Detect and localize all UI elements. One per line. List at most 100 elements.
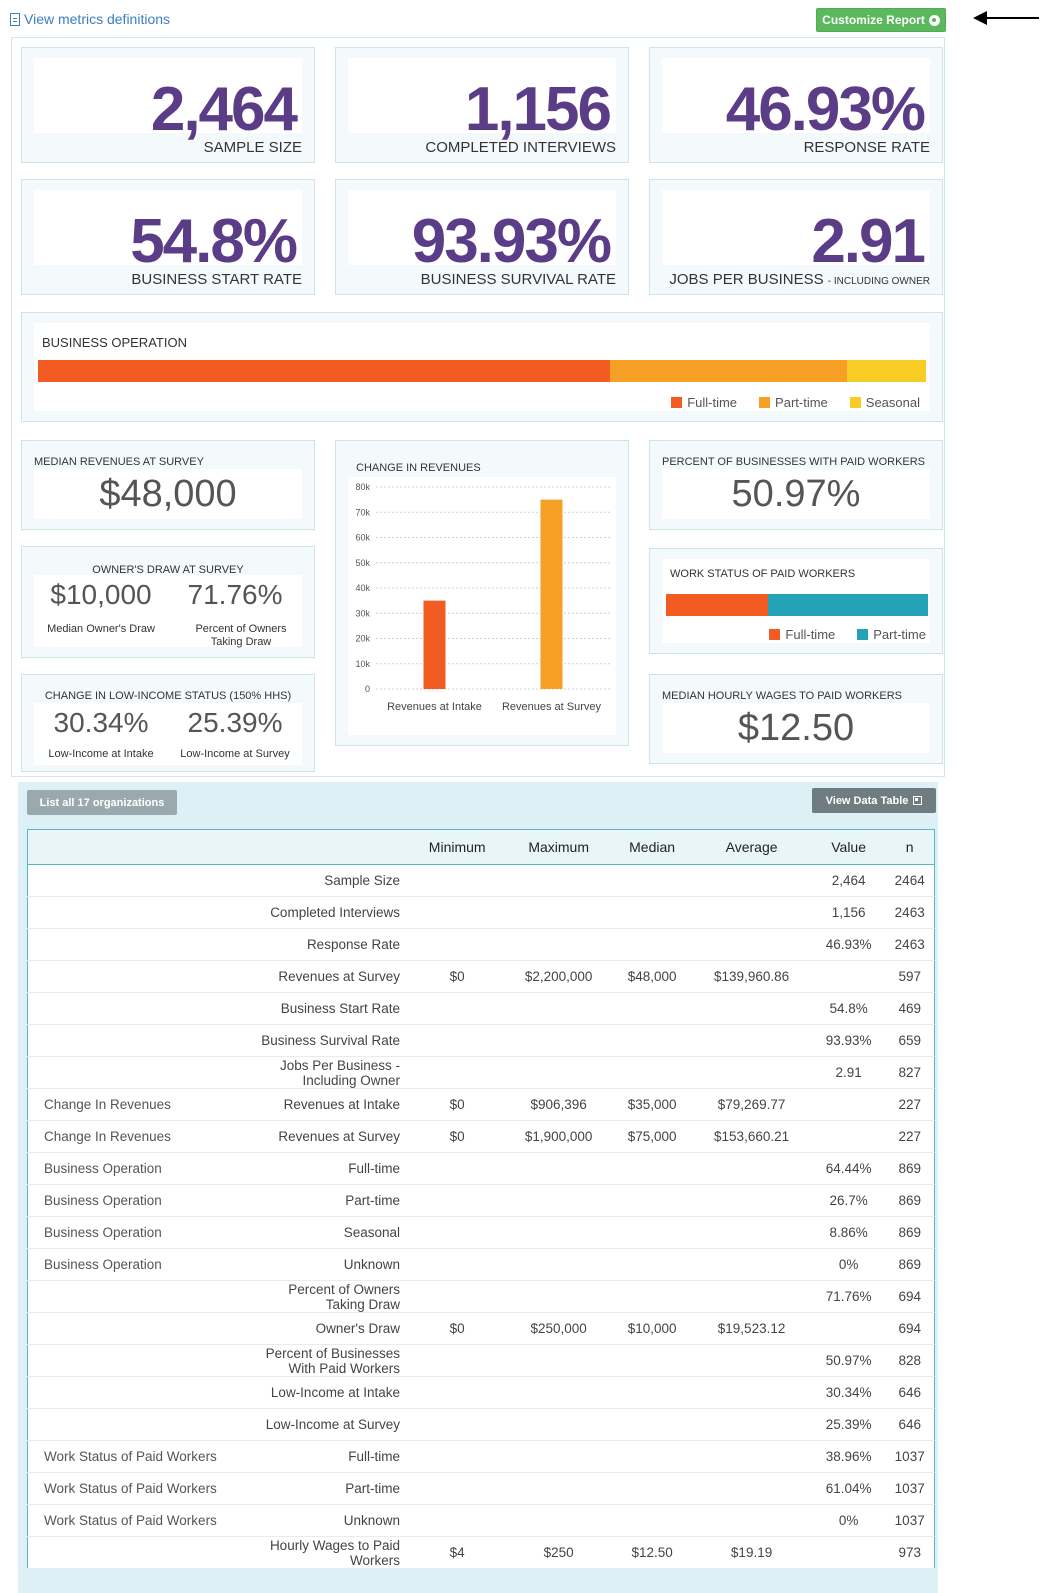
low-income-intake-value: 30.34% (53, 707, 149, 738)
business_operation-segment-full-time (38, 360, 611, 382)
table-cell: Business Start Rate (254, 992, 410, 1025)
table-cell: Part-time (254, 1184, 410, 1217)
table-cell (27, 1376, 254, 1409)
table-cell (27, 1344, 254, 1377)
metrics-definitions-link[interactable]: View metrics definitions (10, 11, 170, 27)
table-cell: $48,000 (612, 960, 692, 993)
table-cell: $75,000 (612, 1120, 692, 1153)
table-cell (504, 1152, 613, 1185)
table-cell (691, 1024, 812, 1057)
table-row: Business Operation Unknown 0% 869 (27, 1248, 935, 1281)
legend-label: Full-time (687, 395, 738, 410)
y-tick-label: 80k (355, 482, 370, 492)
table-cell: $4 (410, 1536, 505, 1569)
column-header: Average (691, 829, 812, 865)
table-cell (811, 960, 886, 993)
table-cell: 869 (885, 1152, 935, 1185)
pointer-arrow-line (981, 17, 1039, 19)
table-cell (691, 864, 812, 897)
table-cell: 597 (885, 960, 935, 993)
table-row: Work Status of Paid Workers Unknown 0% 1037 (27, 1504, 935, 1537)
table-cell: $2,200,000 (504, 960, 613, 993)
kpi-value: 46.93% (725, 75, 926, 144)
customize-report-button[interactable]: Customize Report (816, 8, 946, 32)
table-cell: Business Survival Rate (254, 1024, 410, 1057)
table-cell: $19.19 (691, 1536, 812, 1569)
hourly-wages-card: MEDIAN HOURLY WAGES TO PAID WORKERS $12.… (649, 674, 943, 764)
kpi-label: COMPLETED INTERVIEWS (425, 139, 616, 156)
table-cell: 25.39% (811, 1408, 886, 1441)
x-category-label: Revenues at Intake (387, 701, 482, 713)
work-status-bar (666, 594, 928, 616)
list-organizations-button[interactable]: List all 17 organizations (27, 790, 177, 815)
view-data-table-button[interactable]: View Data Table (812, 788, 936, 813)
table-cell: $1,900,000 (504, 1120, 613, 1153)
table-cell: Completed Interviews (254, 896, 410, 929)
table-cell (612, 1024, 692, 1057)
table-cell (27, 960, 254, 993)
y-tick-label: 60k (355, 533, 370, 543)
gear-icon (928, 14, 940, 26)
table-cell (691, 1472, 812, 1505)
table-cell: Full-time (254, 1152, 410, 1185)
table-cell (504, 1056, 613, 1089)
table-cell: Hourly Wages to Paid Workers (254, 1536, 410, 1569)
table-cell: 1037 (885, 1504, 935, 1537)
y-tick-label: 10k (355, 659, 370, 669)
window-icon (913, 796, 923, 805)
legend-label: Seasonal (865, 395, 920, 410)
table-cell (504, 1440, 613, 1473)
owners-taking-draw-label: Percent of Owners Taking Draw (195, 623, 287, 648)
table-cell: 869 (885, 1216, 935, 1249)
table-cell (504, 1248, 613, 1281)
table-cell: Percent of Owners Taking Draw (254, 1280, 410, 1313)
table-cell (410, 1504, 505, 1537)
table-row: Work Status of Paid Workers Part-time 61.0… (27, 1472, 935, 1505)
table-cell (612, 1504, 692, 1537)
table-cell (691, 1376, 812, 1409)
table-row: Sample Size 2,464 2464 (27, 864, 935, 897)
table-cell: $12.50 (612, 1536, 692, 1569)
table-cell: 61.04% (811, 1472, 886, 1505)
table-cell (410, 1184, 505, 1217)
table-cell: 973 (885, 1536, 935, 1569)
table-cell (410, 1472, 505, 1505)
table-cell: 26.7% (811, 1184, 886, 1217)
work-status-card: WORK STATUS OF PAID WORKERS Full-time Par… (649, 548, 943, 654)
table-row: Percent of Businesses With Paid Workers 5… (27, 1344, 935, 1377)
table-cell (691, 1408, 812, 1441)
table-cell: Part-time (254, 1472, 410, 1505)
table-cell: Work Status of Paid Workers (27, 1472, 254, 1505)
legend-swatch (769, 629, 781, 640)
table-row: Low-Income at Intake 30.34% 646 (27, 1376, 935, 1409)
table-cell: 694 (885, 1312, 935, 1345)
table-cell (811, 1312, 886, 1345)
table-cell (691, 896, 812, 929)
table-cell (410, 1152, 505, 1185)
kpi-label: BUSINESS SURVIVAL RATE (420, 271, 616, 288)
kpi-label: JOBS PER BUSINESS - INCLUDING OWNER (669, 271, 930, 288)
table-cell (504, 1376, 613, 1409)
median-revenues-title: MEDIAN REVENUES AT SURVEY (34, 456, 204, 468)
table-cell (691, 992, 812, 1025)
table-cell: 659 (885, 1024, 935, 1057)
table-cell: Work Status of Paid Workers (27, 1504, 254, 1537)
table-cell (504, 1344, 613, 1377)
table-row: Business Operation Seasonal 8.86% 869 (27, 1216, 935, 1249)
column-header: Minimum (410, 829, 505, 865)
table-cell: 694 (885, 1280, 935, 1313)
table-row: Business Start Rate 54.8% 469 (27, 992, 935, 1025)
table-cell: Sample Size (254, 864, 410, 897)
table-cell: $0 (410, 1088, 505, 1121)
table-row: Owner's Draw $0 $250,000 $10,000 $19,523.12 6… (27, 1312, 935, 1345)
table-row: Hourly Wages to Paid Workers $4 $250 $12.50… (27, 1536, 935, 1569)
table-cell: 93.93% (811, 1024, 886, 1057)
table-cell: 869 (885, 1248, 935, 1281)
table-cell: 227 (885, 1088, 935, 1121)
table-cell: Revenues at Intake (254, 1088, 410, 1121)
kpi-value: 1,156 (464, 75, 612, 144)
table-cell: 1037 (885, 1440, 935, 1473)
table-cell (410, 1216, 505, 1249)
work_status-segment-part-time (768, 594, 928, 616)
table-cell (410, 1056, 505, 1089)
